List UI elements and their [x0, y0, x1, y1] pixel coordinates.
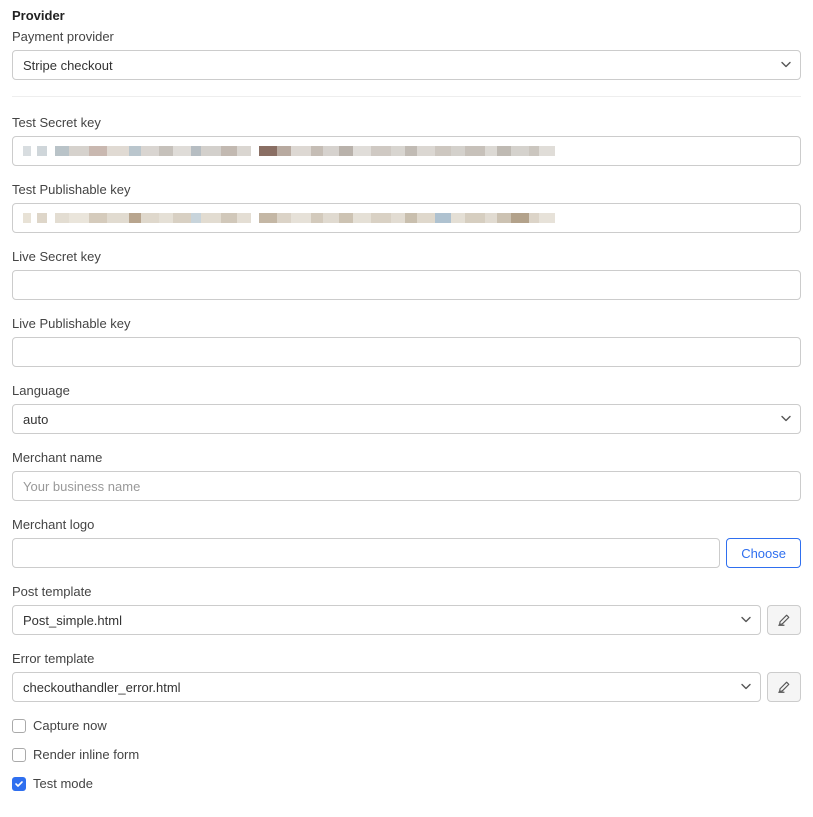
render-inline-row: Render inline form	[12, 747, 801, 762]
merchant-name-field: Merchant name	[12, 450, 801, 501]
section-header: Provider	[12, 8, 801, 23]
merchant-name-label: Merchant name	[12, 450, 801, 465]
edit-icon	[777, 680, 791, 694]
capture-now-row: Capture now	[12, 718, 801, 733]
merchant-logo-input[interactable]	[12, 538, 720, 568]
merchant-name-input[interactable]	[12, 471, 801, 501]
payment-provider-select[interactable]: Stripe checkout	[12, 50, 801, 80]
edit-post-template-button[interactable]	[767, 605, 801, 635]
edit-error-template-button[interactable]	[767, 672, 801, 702]
payment-provider-field: Payment provider Stripe checkout	[12, 29, 801, 80]
error-template-label: Error template	[12, 651, 801, 666]
merchant-logo-label: Merchant logo	[12, 517, 801, 532]
live-publishable-key-field: Live Publishable key	[12, 316, 801, 367]
language-label: Language	[12, 383, 801, 398]
render-inline-checkbox[interactable]	[12, 748, 26, 762]
post-template-select[interactable]: Post_simple.html	[12, 605, 761, 635]
render-inline-label[interactable]: Render inline form	[33, 747, 139, 762]
redacted-value	[23, 213, 555, 223]
capture-now-checkbox[interactable]	[12, 719, 26, 733]
error-template-select[interactable]: checkouthandler_error.html	[12, 672, 761, 702]
error-template-field: Error template checkouthandler_error.htm…	[12, 651, 801, 702]
choose-button[interactable]: Choose	[726, 538, 801, 568]
test-mode-label[interactable]: Test mode	[33, 776, 93, 791]
divider	[12, 96, 801, 97]
payment-provider-label: Payment provider	[12, 29, 801, 44]
test-mode-checkbox[interactable]	[12, 777, 26, 791]
capture-now-label[interactable]: Capture now	[33, 718, 107, 733]
test-publishable-key-field: Test Publishable key	[12, 182, 801, 233]
language-field: Language auto	[12, 383, 801, 434]
merchant-logo-field: Merchant logo Choose	[12, 517, 801, 568]
live-secret-key-input[interactable]	[12, 270, 801, 300]
test-secret-key-label: Test Secret key	[12, 115, 801, 130]
live-secret-key-label: Live Secret key	[12, 249, 801, 264]
test-publishable-key-input[interactable]	[12, 203, 801, 233]
test-secret-key-input[interactable]	[12, 136, 801, 166]
live-publishable-key-label: Live Publishable key	[12, 316, 801, 331]
live-secret-key-field: Live Secret key	[12, 249, 801, 300]
live-publishable-key-input[interactable]	[12, 337, 801, 367]
post-template-field: Post template Post_simple.html	[12, 584, 801, 635]
test-secret-key-field: Test Secret key	[12, 115, 801, 166]
edit-icon	[777, 613, 791, 627]
test-mode-row: Test mode	[12, 776, 801, 791]
language-select[interactable]: auto	[12, 404, 801, 434]
test-publishable-key-label: Test Publishable key	[12, 182, 801, 197]
post-template-label: Post template	[12, 584, 801, 599]
redacted-value	[23, 146, 555, 156]
